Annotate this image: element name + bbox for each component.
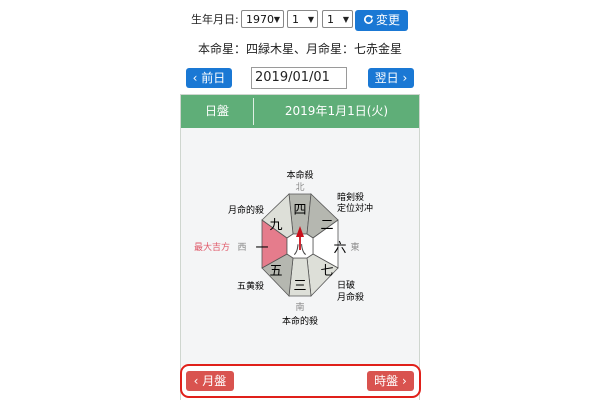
change-button-label: 変更	[375, 13, 400, 27]
next-day-label: 翌日	[374, 71, 399, 85]
annotation-northwest: 月命的殺	[228, 204, 264, 216]
chevron-down-icon: ▼	[307, 15, 314, 24]
annotation-southeast-1: 日破	[337, 279, 355, 291]
birthdate-label: 生年月日:	[191, 13, 239, 26]
chevron-down-icon: ▼	[273, 15, 280, 24]
cell-northeast-number: 二	[320, 218, 333, 233]
cell-west-number: 一	[255, 241, 268, 256]
annotation-north: 本命殺	[286, 169, 313, 181]
prev-day-label: 前日	[201, 71, 226, 85]
direction-east: 東	[350, 241, 359, 253]
chevron-down-icon: ▼	[342, 15, 349, 24]
panel-type-label: 日盤	[204, 104, 229, 118]
highlight-frame	[180, 364, 421, 398]
annotation-southwest: 五黄殺	[237, 280, 264, 292]
refresh-icon	[364, 14, 373, 24]
annotation-northeast-2: 定位対冲	[337, 202, 373, 214]
annotation-southeast-2: 月命殺	[337, 291, 364, 303]
annotation-northeast-1: 暗剣殺	[337, 191, 364, 203]
direction-south: 南	[295, 301, 304, 313]
cell-north-number: 四	[293, 203, 306, 218]
annotation-south: 本命的殺	[282, 315, 318, 327]
chevron-right-icon: ›	[398, 71, 408, 85]
cell-southwest-number: 五	[269, 264, 282, 279]
panel-date: 2019年1月1日(火)	[284, 104, 389, 118]
change-button[interactable]: 変更	[355, 10, 408, 31]
direction-west: 西	[237, 242, 246, 253]
cell-southeast-number: 七	[320, 264, 333, 279]
chevron-left-icon: ‹	[192, 71, 202, 85]
next-day-button[interactable]: 翌日 ›	[368, 68, 414, 88]
year-select-value: 1970	[246, 13, 274, 26]
day-select-value: 1	[327, 13, 334, 26]
direction-north: 北	[295, 182, 304, 193]
year-select[interactable]: 1970 ▼	[241, 10, 284, 28]
cell-northwest-number: 九	[269, 218, 282, 233]
day-select[interactable]: 1 ▼	[322, 10, 353, 28]
natal-star-info: 本命星：四緑木星、月命星：七赤金星	[197, 42, 402, 56]
annotation-west: 最大吉方	[194, 241, 230, 253]
cell-east-number: 六	[333, 241, 346, 256]
date-input[interactable]: 2019/01/01	[251, 67, 347, 89]
prev-day-button[interactable]: ‹ 前日	[186, 68, 232, 88]
panel-header: 日盤 2019年1月1日(火)	[181, 95, 419, 128]
nine-star-board: 四 二 六 七 三 五 一 九 八 北 南 東 西 本命殺 暗剣殺 定位対冲 月…	[194, 169, 373, 327]
cell-south-number: 三	[293, 279, 306, 294]
month-select[interactable]: 1 ▼	[287, 10, 318, 28]
month-select-value: 1	[292, 13, 299, 26]
